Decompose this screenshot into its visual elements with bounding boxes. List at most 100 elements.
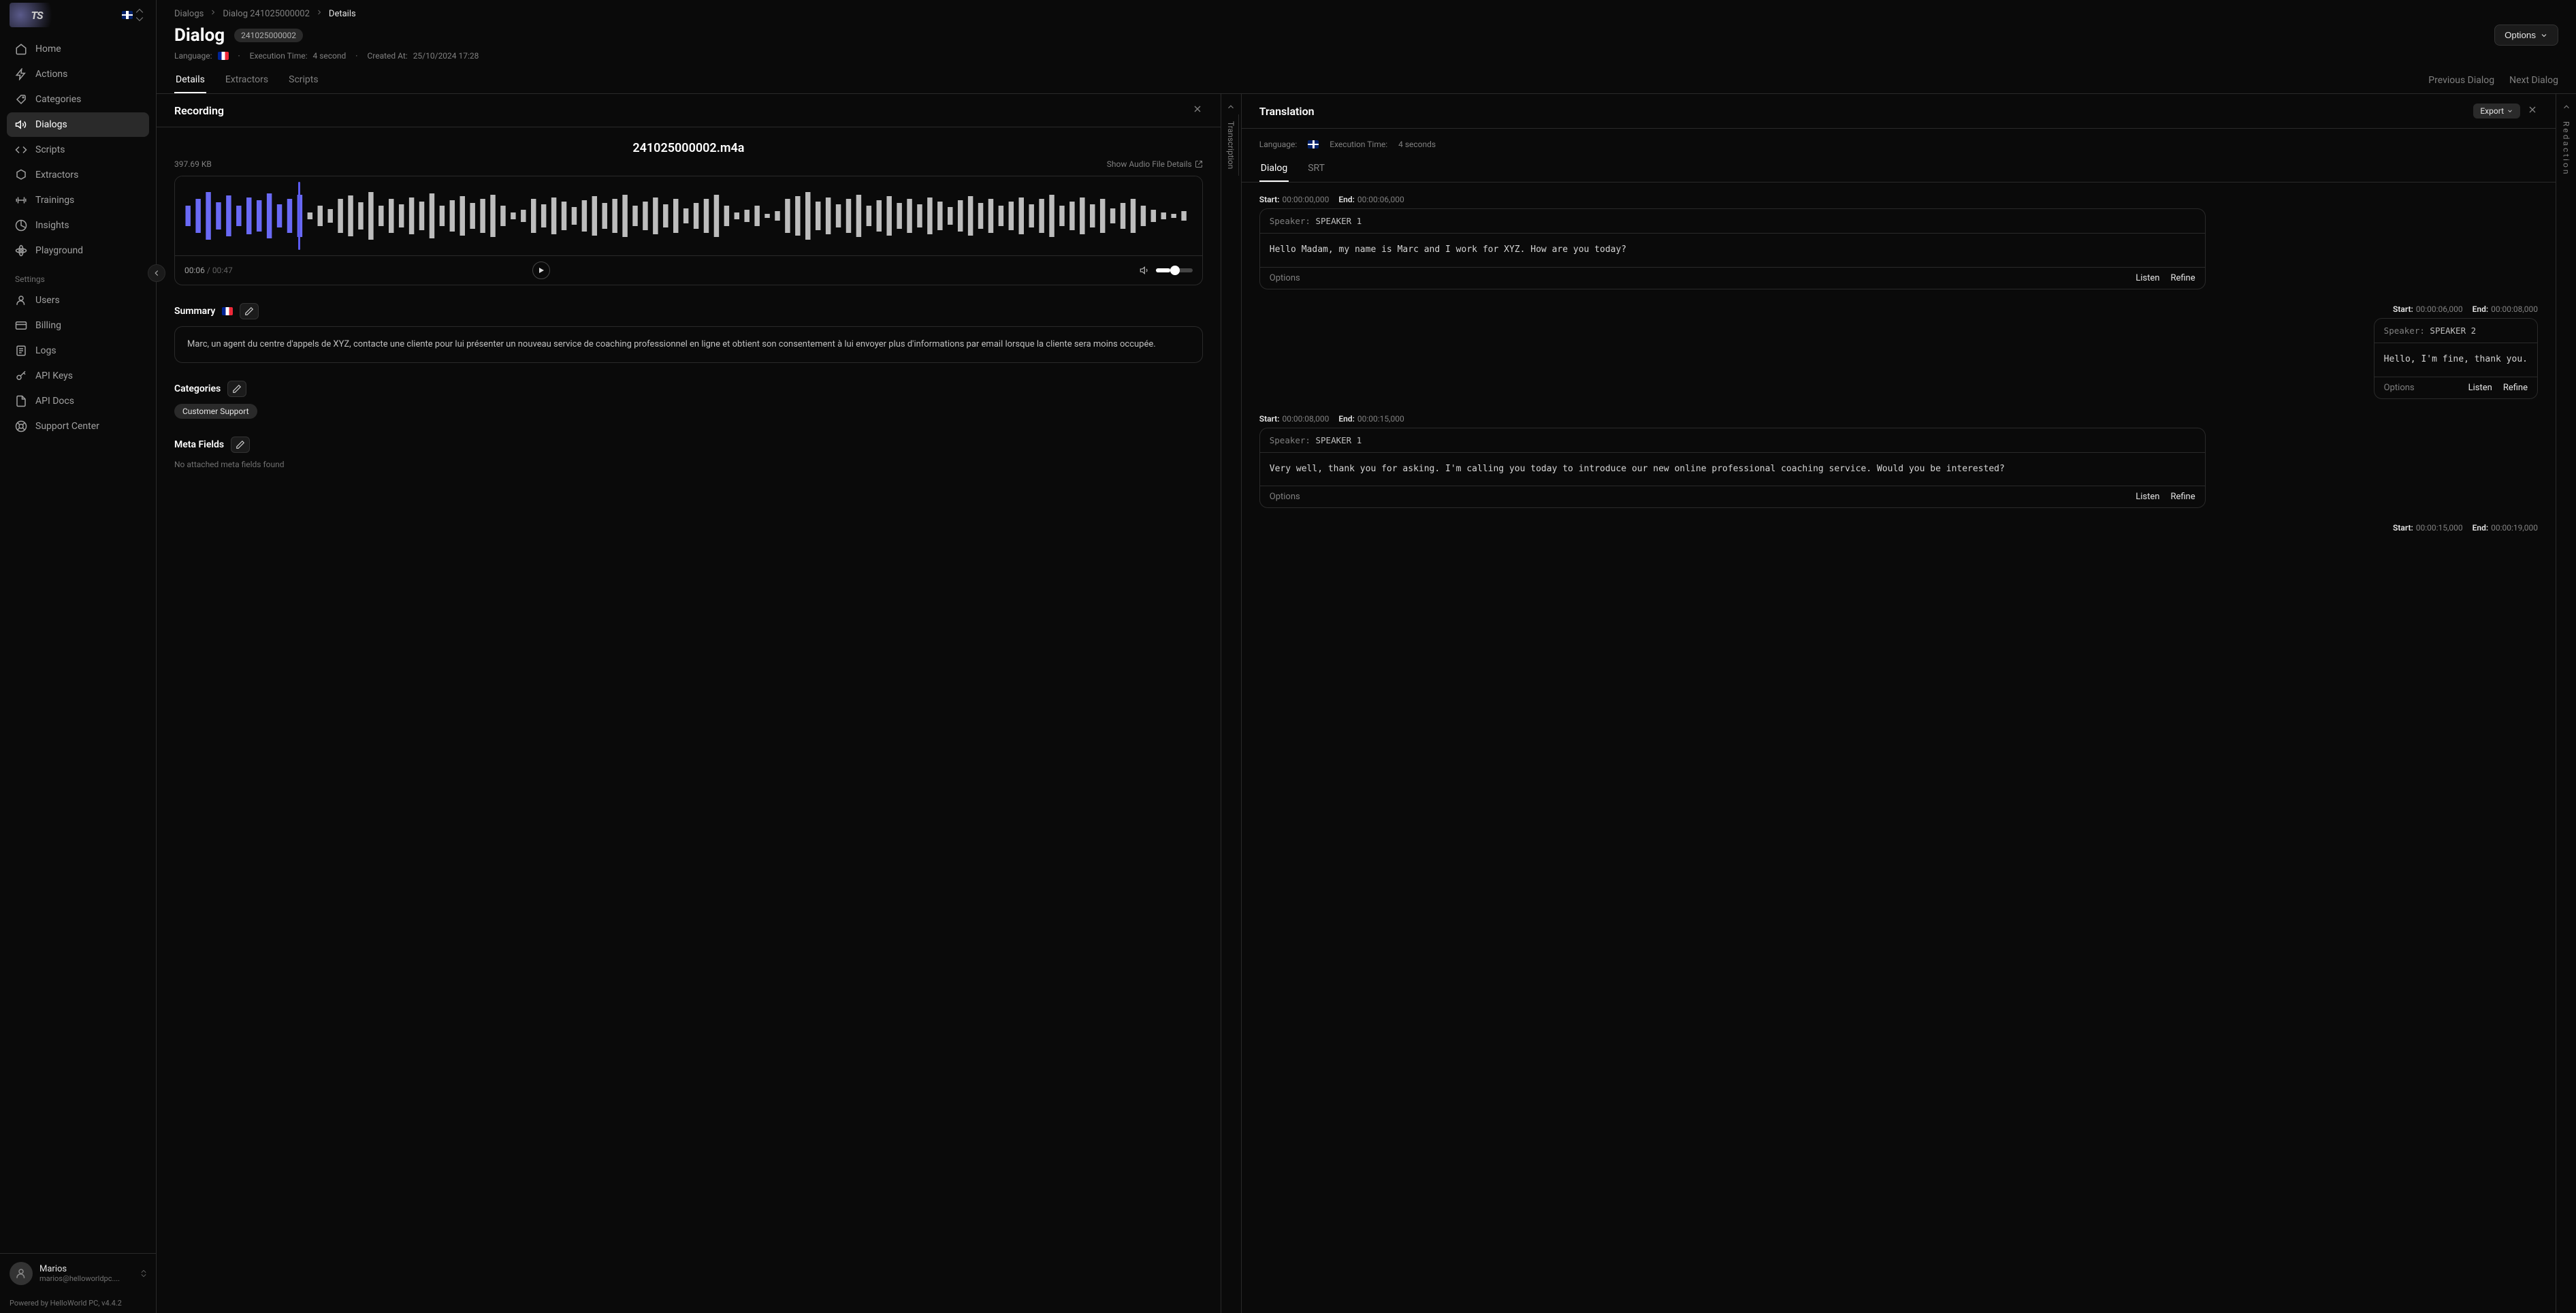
sidebar-item-extractors[interactable]: Extractors: [7, 163, 149, 187]
category-tag[interactable]: Customer Support: [174, 404, 257, 419]
flag-fr-icon: [222, 307, 233, 315]
sidebar-item-trainings[interactable]: Trainings: [7, 188, 149, 212]
expand-transcription-button[interactable]: [1223, 99, 1238, 114]
exec-time-value: 4 second: [313, 51, 347, 61]
segment-refine-button[interactable]: Refine: [2170, 273, 2195, 283]
previous-dialog-link[interactable]: Previous Dialog: [2428, 75, 2494, 86]
sidebar-item-actions[interactable]: Actions: [7, 62, 149, 86]
sidebar-item-insights[interactable]: Insights: [7, 213, 149, 238]
edit-meta-fields-button[interactable]: [231, 437, 250, 453]
sidebar-item-billing[interactable]: Billing: [7, 313, 149, 338]
play-icon: [537, 266, 545, 274]
sidebar-item-api-docs[interactable]: API Docs: [7, 389, 149, 413]
app-logo: TS: [10, 3, 64, 27]
recording-header: Recording: [157, 94, 1221, 127]
play-button[interactable]: [532, 262, 550, 279]
segment-speaker: Speaker: SPEAKER 1: [1260, 209, 2205, 234]
page-title: Dialog: [174, 25, 225, 46]
sidebar-item-home[interactable]: Home: [7, 37, 149, 61]
sidebar-collapse-button[interactable]: [148, 264, 165, 282]
key-icon: [15, 370, 27, 382]
tag-icon: [15, 93, 27, 106]
playhead[interactable]: [298, 182, 300, 250]
edit-categories-button[interactable]: [227, 381, 246, 397]
segment-listen-button[interactable]: Listen: [2468, 383, 2492, 393]
waveform[interactable]: [175, 176, 1202, 255]
sidebar-item-users[interactable]: Users: [7, 288, 149, 313]
sidebar-item-label: Insights: [35, 220, 69, 231]
player-controls: 00:06 / 00:47: [175, 255, 1202, 285]
flag-gb-icon: [122, 11, 133, 19]
flag-fr-icon: [218, 52, 229, 60]
sidebar-item-dialogs[interactable]: Dialogs: [7, 112, 149, 137]
tab-scripts[interactable]: Scripts: [287, 67, 319, 93]
audio-filesize: 397.69 KB: [174, 159, 212, 169]
tab-dialog[interactable]: Dialog: [1259, 156, 1289, 182]
collapse-translation-button[interactable]: [2559, 99, 2574, 114]
volume-slider[interactable]: [1156, 268, 1193, 272]
code-icon: [15, 144, 27, 156]
time-display: 00:06 / 00:47: [184, 266, 233, 275]
transcription-label[interactable]: Transcription: [1223, 114, 1239, 176]
segment-options-button[interactable]: Options: [1270, 273, 1300, 283]
segment-card: Speaker: SPEAKER 2 Hello, I'm fine, than…: [2374, 318, 2538, 399]
summary-label: Summary: [174, 306, 215, 317]
edit-summary-button[interactable]: [240, 303, 259, 319]
chevron-up-icon: [1226, 102, 1236, 112]
next-dialog-link[interactable]: Next Dialog: [2509, 75, 2558, 86]
volume-control[interactable]: [1140, 265, 1193, 276]
tab-extractors[interactable]: Extractors: [224, 67, 270, 93]
show-audio-details-link[interactable]: Show Audio File Details: [1107, 159, 1203, 169]
segment-refine-button[interactable]: Refine: [2503, 383, 2528, 393]
hex-icon: [15, 169, 27, 181]
redaction-label[interactable]: R e d a c t i o n: [2559, 114, 2574, 180]
tab-details[interactable]: Details: [174, 67, 206, 93]
breadcrumb-item[interactable]: Dialog 241025000002: [223, 9, 310, 19]
segment-text: Very well, thank you for asking. I'm cal…: [1260, 453, 2205, 486]
categories-label: Categories: [174, 383, 221, 394]
tab-srt[interactable]: SRT: [1306, 156, 1326, 182]
sidebar-item-label: Dialogs: [35, 119, 67, 130]
chevron-left-icon: [152, 268, 161, 278]
sidebar-item-logs[interactable]: Logs: [7, 338, 149, 363]
close-icon[interactable]: [1192, 104, 1203, 117]
segment-times: Start:00:00:00,000 End:00:00:06,000: [1259, 195, 2538, 204]
sidebar-item-label: Billing: [35, 320, 61, 331]
pencil-icon: [236, 440, 245, 449]
created-at-value: 25/10/2024 17:28: [413, 51, 479, 61]
exec-time-label: Execution Time:: [250, 51, 308, 61]
pie-icon: [15, 219, 27, 232]
export-button[interactable]: Export: [2473, 104, 2520, 118]
segment-speaker: Speaker: SPEAKER 2: [2374, 319, 2537, 343]
segment-actions: Options Listen Refine: [1260, 486, 2205, 507]
breadcrumb: Dialogs Dialog 241025000002 Details: [157, 0, 2576, 20]
locale-select[interactable]: [119, 4, 146, 26]
segment-options-button[interactable]: Options: [1270, 492, 1300, 502]
external-link-icon: [1195, 160, 1203, 168]
chevron-down-icon: [2540, 31, 2548, 39]
sidebar-item-support[interactable]: Support Center: [7, 414, 149, 439]
close-icon[interactable]: [2527, 104, 2538, 118]
bolt-icon: [15, 68, 27, 80]
segment-text: Hello Madam, my name is Marc and I work …: [1260, 234, 2205, 267]
sidebar-item-api-keys[interactable]: API Keys: [7, 364, 149, 388]
segment-times: Start:00:00:06,000 End:00:00:08,000: [2393, 304, 2538, 314]
dialog-id-badge: 241025000002: [234, 29, 303, 42]
segment-listen-button[interactable]: Listen: [2136, 492, 2159, 502]
segment-options-button[interactable]: Options: [2384, 383, 2415, 393]
segment-actions: Options Listen Refine: [1260, 267, 2205, 289]
sidebar-item-categories[interactable]: Categories: [7, 87, 149, 112]
segment-speaker: Speaker: SPEAKER 1: [1260, 428, 2205, 453]
segment-refine-button[interactable]: Refine: [2170, 492, 2195, 502]
language-label: Language:: [174, 51, 212, 61]
breadcrumb-item[interactable]: Dialogs: [174, 9, 204, 19]
segment-listen-button[interactable]: Listen: [2136, 273, 2159, 283]
segment-list: Start:00:00:00,000 End:00:00:06,000 Spea…: [1242, 183, 2556, 545]
sidebar-item-scripts[interactable]: Scripts: [7, 138, 149, 162]
sidebar-item-playground[interactable]: Playground: [7, 238, 149, 263]
right-rail: R e d a c t i o n: [2556, 94, 2576, 1313]
segment-times-trailing: Start:00:00:15,000 End:00:00:19,000: [1259, 523, 2538, 533]
main: Dialogs Dialog 241025000002 Details Dial…: [157, 0, 2576, 1313]
options-button[interactable]: Options: [2494, 25, 2558, 46]
user-area[interactable]: Marios marios@helloworldpc....: [0, 1253, 156, 1293]
